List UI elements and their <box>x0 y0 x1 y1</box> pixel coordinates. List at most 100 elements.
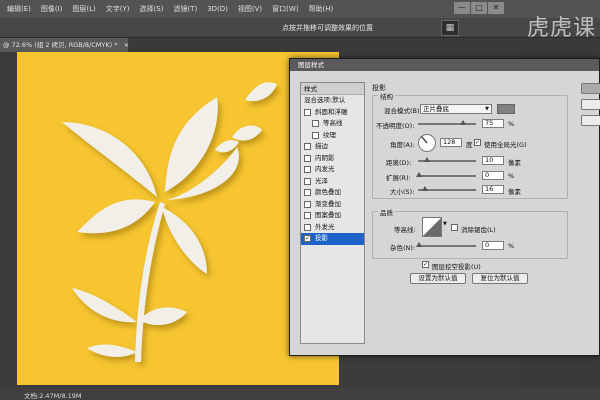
style-item-checkbox[interactable] <box>312 120 319 128</box>
style-item[interactable]: 等高线 <box>301 118 364 130</box>
angle-needle-icon <box>421 136 428 144</box>
style-item-checkbox[interactable] <box>312 131 319 139</box>
noise-label: 杂色(N): <box>390 244 416 252</box>
size-slider[interactable] <box>418 186 476 191</box>
spread-input[interactable]: 0 <box>482 171 504 180</box>
opacity-input[interactable]: 75 <box>482 119 504 128</box>
style-item[interactable]: 斜面和浮雕 <box>301 107 364 119</box>
contour-picker[interactable] <box>422 217 442 237</box>
ok-button[interactable] <box>581 83 600 94</box>
angle-dial[interactable] <box>418 134 436 152</box>
style-item-checkbox[interactable]: ✓ <box>304 235 311 243</box>
distance-slider[interactable] <box>418 157 476 162</box>
style-item-label: 描边 <box>315 142 328 150</box>
make-default-button[interactable]: 设置为默认值 <box>410 273 466 284</box>
dialog-title: 图层样式 <box>290 59 599 71</box>
style-item-label: 内发光 <box>315 165 335 173</box>
reset-default-button[interactable]: 复位为默认值 <box>472 273 528 284</box>
global-light-checkbox[interactable]: ✓ <box>474 139 481 146</box>
style-item-label: 混合选项:默认 <box>304 96 346 104</box>
style-item-checkbox[interactable] <box>304 108 311 116</box>
menu-item-layer[interactable]: 图层(L) <box>67 4 100 14</box>
style-item-label: 光泽 <box>315 176 328 185</box>
contour-linear-icon <box>423 218 441 236</box>
distance-slider-thumb[interactable] <box>424 157 430 162</box>
style-item-label: 图案叠加 <box>315 211 341 219</box>
style-item-checkbox[interactable] <box>304 166 311 174</box>
menu-item-help[interactable]: 帮助(H) <box>304 4 339 14</box>
style-item-checkbox[interactable] <box>304 212 311 220</box>
opacity-unit: % <box>508 120 515 128</box>
menu-item-select[interactable]: 选择(S) <box>135 4 169 14</box>
style-item[interactable]: 渐变叠加 <box>301 199 364 211</box>
opacity-slider-thumb[interactable] <box>460 120 466 125</box>
style-item[interactable]: 外发光 <box>301 222 364 234</box>
opacity-slider[interactable] <box>418 120 476 125</box>
document-tab[interactable]: @ 72.6% (组 2 拷贝, RGB/8/CMYK) * × <box>0 38 129 52</box>
style-item-checkbox[interactable] <box>304 189 311 197</box>
maximize-button[interactable]: □ <box>471 2 487 14</box>
style-item-checkbox[interactable] <box>304 154 311 162</box>
menu-item-3d[interactable]: 3D(D) <box>202 5 233 13</box>
noise-slider-thumb[interactable] <box>416 242 422 247</box>
spread-slider[interactable] <box>416 172 476 177</box>
antialias-checkbox[interactable] <box>451 224 458 231</box>
style-item[interactable]: 图案叠加 <box>301 210 364 222</box>
style-item[interactable]: 混合选项:默认 <box>301 95 364 107</box>
blend-mode-select[interactable]: 正片叠底 ▼ <box>420 104 492 114</box>
size-input[interactable]: 16 <box>482 185 504 194</box>
noise-input[interactable]: 0 <box>482 241 504 250</box>
style-item-label: 等高线 <box>323 119 343 127</box>
cancel-button[interactable] <box>581 99 600 110</box>
size-slider-thumb[interactable] <box>422 186 428 191</box>
opacity-label: 不透明度(O): <box>376 122 415 130</box>
distance-label: 距离(D): <box>386 159 412 167</box>
style-item[interactable]: 光泽 <box>301 176 364 188</box>
menu-item-edit[interactable]: 编辑(E) <box>2 4 36 14</box>
style-item-checkbox[interactable] <box>304 223 311 231</box>
style-item[interactable]: 描边 <box>301 141 364 153</box>
distance-input[interactable]: 10 <box>482 156 504 165</box>
layer-style-dialog: 图层样式 样式 混合选项:默认斜面和浮雕 等高线纹理描边内阴影 内发光光泽颜色叠加渐… <box>289 58 600 356</box>
noise-slider[interactable] <box>416 242 476 247</box>
menu-item-type[interactable]: 文字(Y) <box>101 4 135 14</box>
document-tab-bar: @ 72.6% (组 2 拷贝, RGB/8/CMYK) * × <box>0 38 600 52</box>
chevron-down-icon[interactable]: ▼ <box>443 221 447 227</box>
style-item[interactable]: 颜色叠加 <box>301 187 364 199</box>
grid-icon[interactable]: ▦ <box>441 20 459 36</box>
style-item-label: 颜色叠加 <box>315 188 341 196</box>
style-item-checkbox[interactable] <box>304 200 311 208</box>
menu-item-filter[interactable]: 滤镜(T) <box>168 4 202 14</box>
chevron-down-icon: ▼ <box>485 106 489 112</box>
size-label: 大小(S): <box>390 188 415 196</box>
style-item[interactable]: 纹理 <box>301 130 364 142</box>
minimize-button[interactable]: — <box>454 2 470 14</box>
style-item-label: 外发光 <box>315 222 335 231</box>
style-item-label: 纹理 <box>323 130 336 139</box>
close-window-button[interactable]: ✕ <box>488 2 504 14</box>
style-item-checkbox[interactable] <box>304 143 311 151</box>
close-tab-icon[interactable]: × <box>124 41 129 49</box>
style-item[interactable]: 内发光 <box>301 164 364 176</box>
angle-input[interactable]: 128 <box>440 138 462 147</box>
knockout-label: 图层挖空投影(U) <box>432 263 481 271</box>
global-light-label: 使用全局光(G) <box>484 141 527 149</box>
check-icon: ✓ <box>475 139 481 146</box>
spread-slider-thumb[interactable] <box>416 172 422 177</box>
new-style-button[interactable] <box>581 115 600 126</box>
angle-unit: 度 <box>466 141 473 149</box>
spread-label: 扩展(R): <box>386 174 411 182</box>
style-item-checkbox[interactable] <box>304 177 311 185</box>
menu-item-window[interactable]: 窗口(W) <box>267 4 303 14</box>
styles-list: 样式 混合选项:默认斜面和浮雕 等高线纹理描边内阴影 内发光光泽颜色叠加渐变叠加 图案… <box>300 82 365 344</box>
structure-title: 结构 <box>378 91 395 101</box>
styles-header[interactable]: 样式 <box>301 83 364 95</box>
shadow-color-swatch[interactable] <box>497 104 515 114</box>
style-item[interactable]: ✓ 投影 <box>301 233 364 245</box>
menu-item-image[interactable]: 图像(I) <box>36 4 68 14</box>
menu-item-view[interactable]: 视图(V) <box>233 4 267 14</box>
antialias-label: 消除锯齿(L) <box>461 226 496 234</box>
knockout-checkbox[interactable]: ✓ <box>422 261 429 268</box>
style-item[interactable]: 内阴影 <box>301 153 364 165</box>
check-icon: ✓ <box>423 261 429 268</box>
